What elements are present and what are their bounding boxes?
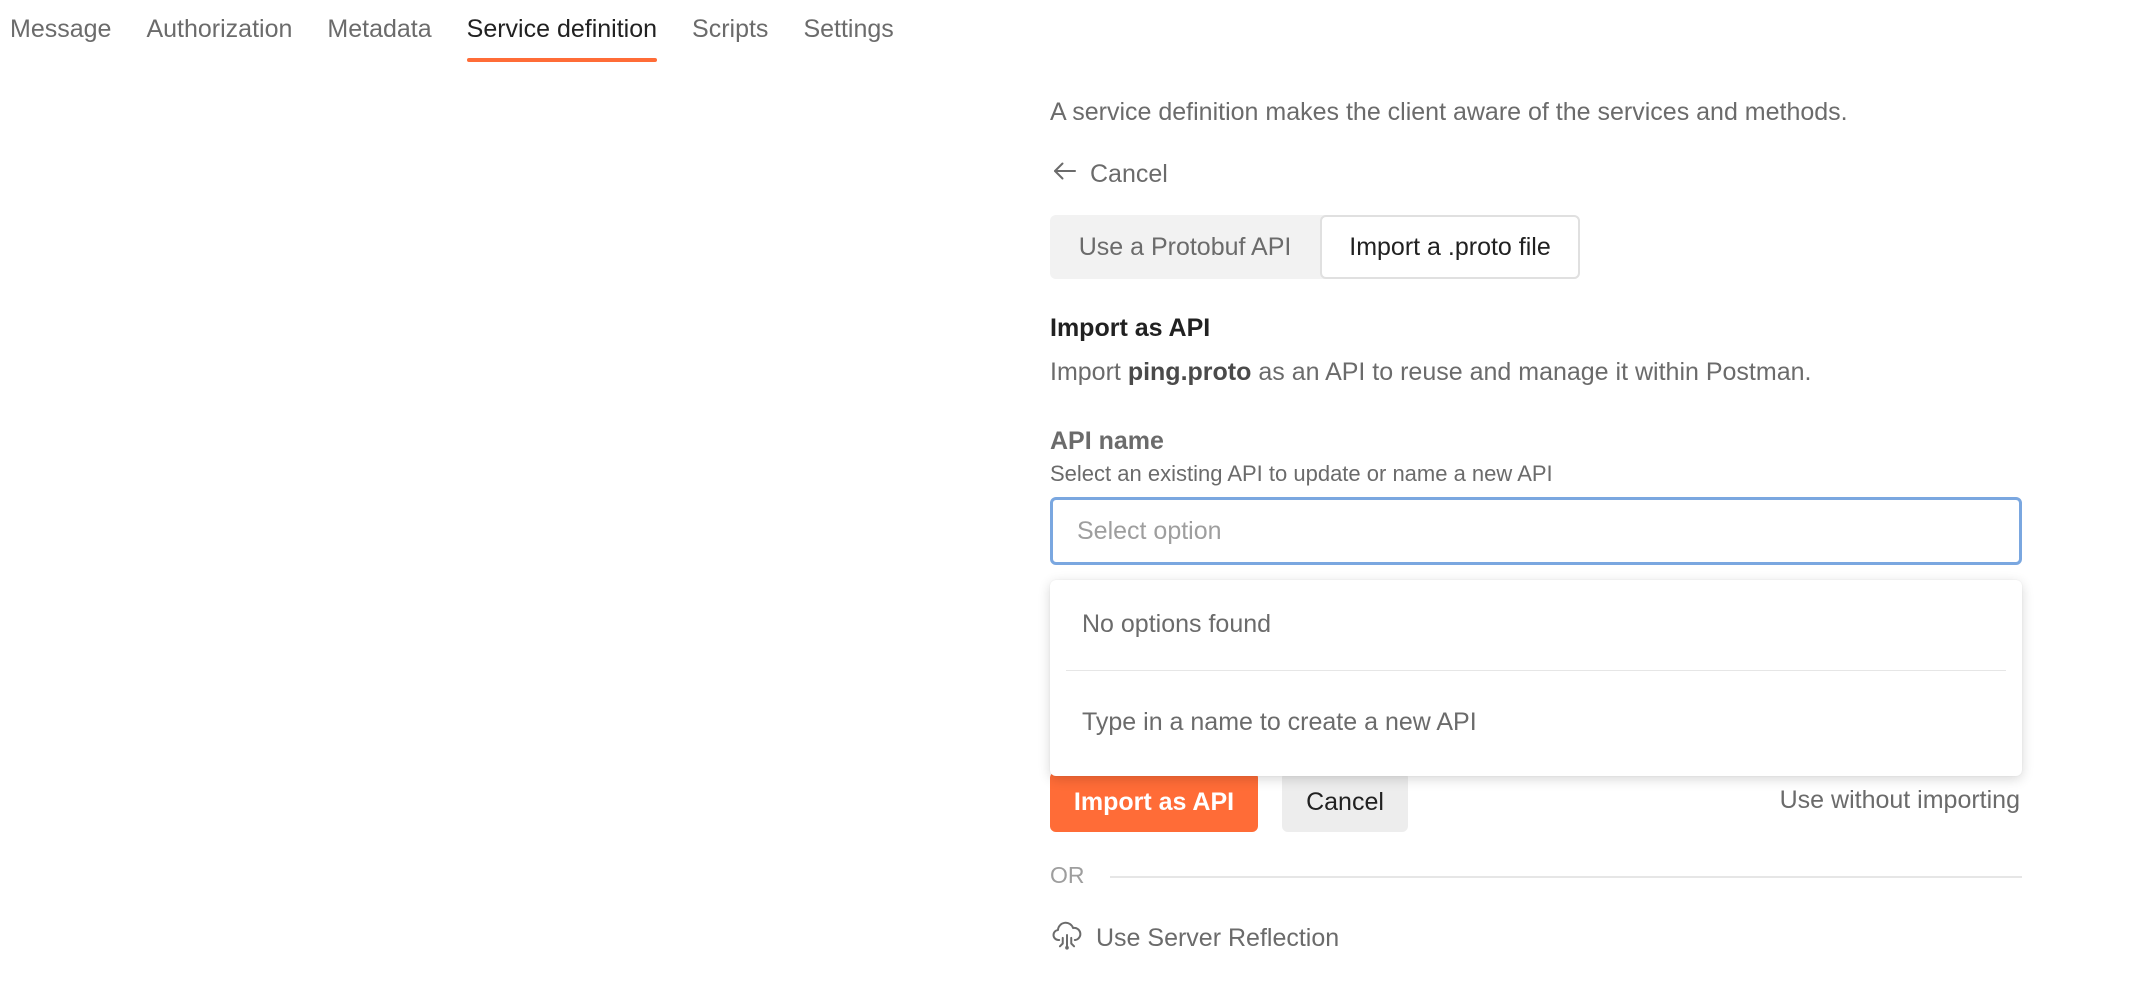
arrow-left-icon [1050, 156, 1080, 193]
cancel-button[interactable]: Cancel [1282, 772, 1408, 832]
dropdown-divider [1066, 670, 2006, 671]
back-cancel-label: Cancel [1090, 160, 1168, 188]
use-server-reflection-label: Use Server Reflection [1096, 924, 1340, 952]
tab-scripts[interactable]: Scripts [692, 0, 768, 64]
api-name-select[interactable] [1050, 497, 2022, 565]
request-tabs: Message Authorization Metadata Service d… [0, 0, 894, 64]
cloud-reflection-icon [1050, 918, 1084, 959]
or-divider-label: OR [1050, 862, 1085, 888]
or-divider-line [1110, 876, 2022, 878]
create-api-hint: Type in a name to create a new API [1082, 708, 1477, 736]
definition-source-toggle: Use a Protobuf API Import a .proto file [1050, 215, 1580, 279]
service-definition-description: A service definition makes the client aw… [1050, 98, 1848, 126]
api-name-hint: Select an existing API to update or name… [1050, 461, 1553, 486]
import-as-api-heading: Import as API [1050, 314, 1211, 342]
proto-file-name: ping.proto [1127, 358, 1252, 386]
import-text-prefix: Import [1050, 358, 1121, 386]
tab-authorization[interactable]: Authorization [146, 0, 292, 64]
import-text-suffix: as an API to reuse and manage it within … [1258, 358, 1812, 386]
import-proto-file-option[interactable]: Import a .proto file [1320, 215, 1580, 279]
no-options-message: No options found [1082, 610, 1272, 638]
import-as-api-button[interactable]: Import as API [1050, 772, 1258, 832]
api-name-label: API name [1050, 427, 1164, 455]
api-name-dropdown: No options found Type in a name to creat… [1050, 580, 2022, 776]
use-protobuf-api-option[interactable]: Use a Protobuf API [1050, 215, 1320, 279]
use-server-reflection-button[interactable]: Use Server Reflection [1050, 918, 1339, 959]
tab-service-definition[interactable]: Service definition [466, 0, 658, 64]
tab-metadata[interactable]: Metadata [327, 0, 431, 64]
import-as-api-description: Import ping.proto as an API to reuse and… [1050, 358, 1811, 387]
use-without-importing-link[interactable]: Use without importing [1780, 786, 2020, 815]
tab-settings[interactable]: Settings [803, 0, 893, 64]
service-definition-page: Message Authorization Metadata Service d… [0, 0, 2154, 986]
api-name-input[interactable] [1077, 516, 2019, 546]
back-cancel-link[interactable]: Cancel [1050, 156, 1168, 193]
tab-message[interactable]: Message [10, 0, 111, 64]
